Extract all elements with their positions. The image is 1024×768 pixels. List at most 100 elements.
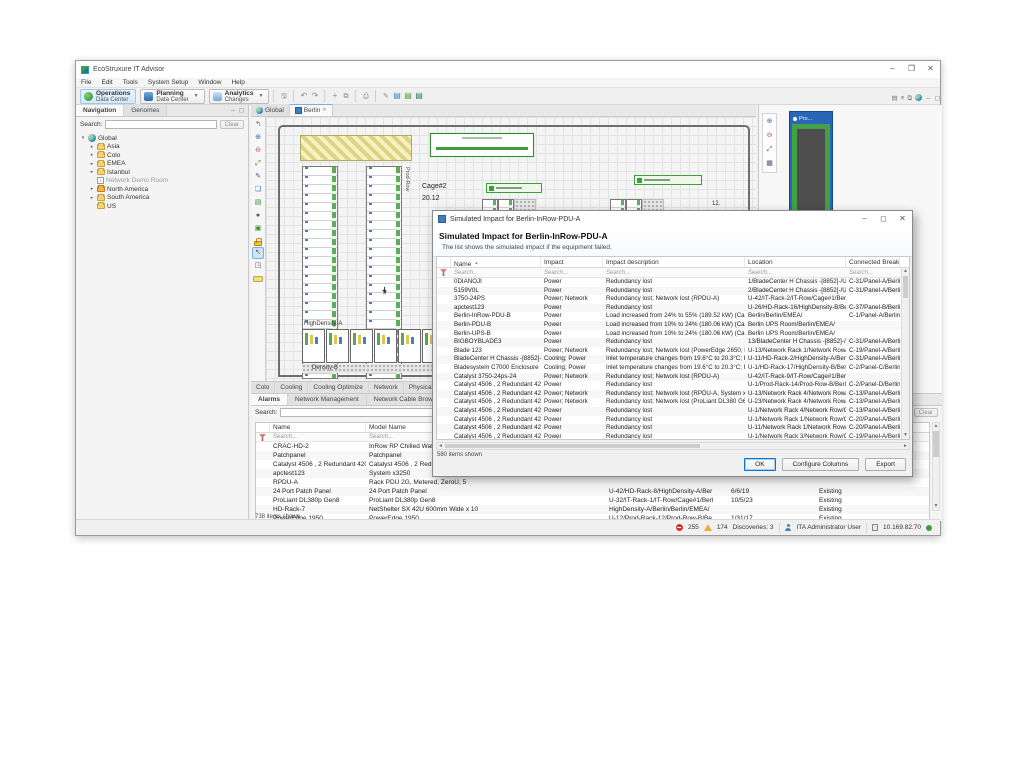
twistie-collapsed-icon[interactable]: ▸ bbox=[89, 195, 95, 201]
twistie-collapsed-icon[interactable]: ▸ bbox=[89, 161, 95, 167]
table-row[interactable]: Berlin-UPS-B Power Load increased from 1… bbox=[437, 330, 909, 339]
tab-cooling[interactable]: Cooling bbox=[275, 382, 308, 393]
crop-tool-icon[interactable]: ◳ bbox=[252, 260, 264, 272]
tab-cooling-optimize[interactable]: Cooling Optimize bbox=[308, 382, 369, 393]
table-row[interactable]: BIGBOYBLADE3 Power Redundancy lost 13/Bl… bbox=[437, 338, 909, 347]
panel-layout-icon[interactable]: ▤ bbox=[891, 94, 897, 104]
scroll-down-icon[interactable]: ▼ bbox=[902, 432, 909, 439]
pan-tool-icon[interactable]: ↰ bbox=[252, 119, 264, 131]
column-impact[interactable]: Impact bbox=[541, 257, 603, 267]
zoom-out-icon[interactable]: ⊖ bbox=[252, 145, 264, 157]
twistie-collapsed-icon[interactable]: ▸ bbox=[89, 186, 95, 192]
tab-network[interactable]: Network bbox=[369, 382, 404, 393]
tree-item-asia[interactable]: ▸ Asia bbox=[80, 143, 248, 152]
operations-perspective-button[interactable]: Operations Data Center bbox=[80, 89, 136, 104]
chevron-down-icon[interactable]: ▼ bbox=[194, 93, 199, 99]
name-filter-input[interactable]: Search... bbox=[451, 268, 541, 277]
tree-item-colo[interactable]: ▸ Colo bbox=[80, 151, 248, 160]
table-row[interactable]: apctest123 Power Redundancy lost U-26/HD… bbox=[437, 304, 909, 313]
impact-filter-input[interactable]: Search... bbox=[541, 268, 603, 277]
layers-icon[interactable]: ❏ bbox=[252, 184, 264, 196]
tree-item-north-america[interactable]: ▸ North America bbox=[80, 185, 248, 194]
sidebar-clear-button[interactable]: Clear bbox=[220, 120, 244, 129]
table-row[interactable]: 3750-24PS Power; Network Redundancy lost… bbox=[437, 295, 909, 304]
location-filter-input[interactable]: Search... bbox=[745, 268, 846, 277]
scroll-down-icon[interactable]: ▼ bbox=[933, 503, 939, 510]
analytics-perspective-button[interactable]: Analytics Changes ▼ bbox=[209, 89, 270, 104]
capacity-view-icon[interactable]: ▣ bbox=[252, 223, 264, 235]
paint-tool-icon[interactable]: ✎ bbox=[252, 171, 264, 183]
scroll-left-icon[interactable]: ◄ bbox=[437, 443, 444, 449]
edit-icon[interactable] bbox=[380, 90, 391, 102]
twistie-collapsed-icon[interactable]: ▸ bbox=[89, 152, 95, 158]
add-icon[interactable] bbox=[329, 90, 340, 102]
ok-button[interactable]: OK bbox=[744, 458, 775, 471]
save-icon[interactable] bbox=[278, 90, 289, 102]
table-row[interactable]: 24 Port Patch Panel 24 Port Patch Panel … bbox=[256, 487, 929, 496]
globe-icon[interactable] bbox=[915, 94, 922, 101]
tree-item-south-america[interactable]: ▸ South America bbox=[80, 194, 248, 203]
table-row[interactable]: 0DIANOJI Power Redundancy lost 1/BladeCe… bbox=[437, 278, 909, 287]
minimize-button[interactable]: – bbox=[855, 212, 874, 227]
tree-item-emea[interactable]: ▸ EMEA bbox=[80, 160, 248, 169]
table-row[interactable]: Catalyst 4506 , 2 Redundant 4200w @ Powe… bbox=[437, 416, 909, 425]
scroll-right-icon[interactable]: ► bbox=[902, 443, 909, 449]
close-tab-icon[interactable]: ✕ bbox=[322, 105, 326, 116]
export-button[interactable]: Export bbox=[865, 458, 906, 471]
zoom-in-icon[interactable]: ⊕ bbox=[764, 116, 776, 128]
column-name[interactable]: Name bbox=[451, 257, 541, 267]
select-cursor-icon[interactable]: ↖ bbox=[252, 247, 264, 259]
name-filter-input[interactable]: Search... bbox=[270, 433, 366, 441]
table-row[interactable]: Berlin-InRow-PDU-B Power Load increased … bbox=[437, 312, 909, 321]
tab-network-management[interactable]: Network Management bbox=[288, 394, 367, 405]
table-row[interactable]: Catalyst 4506 , 2 Redundant 4200w @ Powe… bbox=[437, 433, 909, 440]
tab-berlin-view[interactable]: Berlin ✕ bbox=[290, 104, 333, 116]
list-view-icon[interactable]: ≡ bbox=[901, 94, 905, 104]
rack-view-icon[interactable]: ▤ bbox=[252, 197, 264, 209]
zoom-out-icon[interactable]: ⊖ bbox=[764, 130, 776, 142]
column-impact-description[interactable]: Impact description bbox=[603, 257, 745, 267]
column-connected-breaker[interactable]: Connected Breaker bbox=[846, 257, 900, 267]
table-row[interactable]: BladeCenter H Chassis -[8852]- Cooling; … bbox=[437, 355, 909, 364]
dialog-vertical-scrollbar[interactable]: ▲ ▼ bbox=[901, 268, 909, 439]
table-row[interactable]: Catalyst 4506 , 2 Redundant 4200w @ Powe… bbox=[437, 398, 909, 407]
floor-tile-icon[interactable] bbox=[253, 276, 263, 282]
table-row[interactable]: 5159V0L Power Redundancy lost 2/BladeCen… bbox=[437, 287, 909, 296]
zoom-fit-icon[interactable]: ⤢ bbox=[252, 158, 264, 170]
report-blue-icon[interactable] bbox=[391, 90, 402, 102]
menu-item[interactable]: System Setup bbox=[143, 79, 193, 86]
tab-genomes[interactable]: Genomes bbox=[124, 105, 167, 116]
table-row[interactable]: Catalyst 4506 , 2 Redundant 4200w @ Powe… bbox=[437, 407, 909, 416]
twistie-expanded-icon[interactable]: ▾ bbox=[80, 135, 86, 141]
scroll-up-icon[interactable]: ▲ bbox=[902, 268, 909, 275]
report-green-icon[interactable] bbox=[402, 90, 413, 102]
tree-item-us[interactable]: US bbox=[80, 202, 248, 211]
table-row[interactable]: Bladesystem C7000 Enclosure Cooling; Pow… bbox=[437, 364, 909, 373]
close-button[interactable]: ✕ bbox=[893, 212, 912, 227]
table-row[interactable]: Berlin-PDU-B Power Load increased from 1… bbox=[437, 321, 909, 330]
table-row[interactable]: Catalyst 4506 , 2 Redundant 4200w @ Powe… bbox=[437, 381, 909, 390]
tree-item-network-demo-room[interactable]: i Network Demo Room bbox=[80, 177, 248, 186]
warning-badge-icon[interactable] bbox=[704, 524, 712, 531]
zoom-fit-icon[interactable]: ⤢ bbox=[764, 144, 776, 156]
tab-global-view[interactable]: Global bbox=[251, 104, 290, 116]
zoom-in-icon[interactable]: ⊕ bbox=[252, 132, 264, 144]
hierarchy-icon[interactable]: ⧉ bbox=[907, 94, 912, 104]
column-location[interactable]: Location bbox=[745, 257, 846, 267]
scroll-thumb[interactable] bbox=[903, 276, 908, 298]
tab-alarms[interactable]: Alarms bbox=[251, 394, 288, 405]
table-row[interactable]: Catalyst 4506 , 2 Redundant 4200w @ Powe… bbox=[437, 390, 909, 399]
table-row[interactable]: RPDU-A Rack PDU 2G, Metered, ZeroU, 5 bbox=[256, 478, 929, 487]
tab-colo[interactable]: Colo bbox=[251, 382, 275, 393]
table-row[interactable]: Catalyst 3750-24ps-24 Power; Network Red… bbox=[437, 373, 909, 382]
filter-funnel-icon[interactable] bbox=[440, 269, 447, 276]
scroll-thumb[interactable] bbox=[933, 431, 939, 457]
breaker-filter-input[interactable]: Search... bbox=[846, 268, 900, 277]
collapse-panel-icon[interactable]: ⇔ bbox=[230, 108, 236, 114]
configure-columns-button[interactable]: Configure Columns bbox=[782, 458, 860, 471]
scroll-thumb[interactable] bbox=[445, 444, 700, 448]
sidebar-search-input[interactable] bbox=[105, 120, 216, 129]
twistie-collapsed-icon[interactable]: ▸ bbox=[89, 144, 95, 150]
dialog-horizontal-scrollbar[interactable]: ◄ ► bbox=[436, 442, 910, 450]
restore-button[interactable]: ❐ bbox=[902, 62, 921, 77]
